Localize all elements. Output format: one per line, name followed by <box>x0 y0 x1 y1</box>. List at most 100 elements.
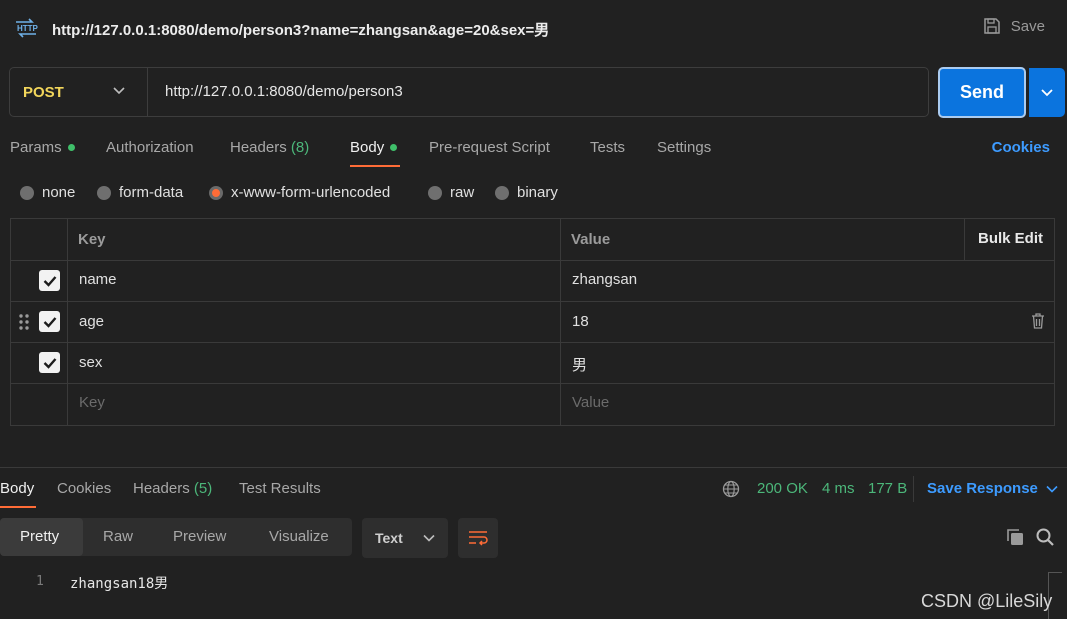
response-divider <box>0 467 1067 468</box>
table-divider <box>10 260 1055 261</box>
url-input[interactable]: http://127.0.0.1:8080/demo/person3 <box>165 83 403 100</box>
params-table <box>10 218 1055 426</box>
radio-x-www-form-urlencoded[interactable]: x-www-form-urlencoded <box>209 184 390 201</box>
table-column-divider <box>964 218 965 260</box>
body-indicator-dot <box>390 143 398 151</box>
status-code[interactable]: 200 OK <box>757 480 808 497</box>
format-select[interactable]: Text <box>362 518 448 558</box>
send-options-button[interactable] <box>1029 68 1065 117</box>
radio-binary[interactable]: binary <box>495 184 558 201</box>
save-button[interactable]: Save <box>983 17 1045 35</box>
globe-icon[interactable] <box>722 480 740 498</box>
format-label: Text <box>375 530 403 546</box>
param-value[interactable]: zhangsan <box>572 271 637 288</box>
cookies-link[interactable]: Cookies <box>992 139 1050 156</box>
send-button[interactable]: Send <box>938 67 1026 118</box>
response-size[interactable]: 177 B <box>868 480 907 497</box>
tab-params[interactable]: Params <box>10 139 75 156</box>
table-divider <box>10 301 1055 302</box>
tab-label: Params <box>10 139 62 156</box>
param-value[interactable]: 男 <box>572 354 587 375</box>
drag-handle-icon[interactable] <box>18 313 30 331</box>
table-divider <box>10 342 1055 343</box>
watermark: CSDN @LileSily <box>921 591 1053 611</box>
value-column-header: Value <box>571 231 611 248</box>
chevron-down-icon <box>423 534 435 542</box>
chevron-down-icon <box>1046 485 1058 493</box>
radio-label: binary <box>517 184 558 201</box>
tab-body[interactable]: Body <box>350 139 398 156</box>
check-icon <box>43 357 56 369</box>
response-tab-headers[interactable]: Headers (5) <box>133 480 212 497</box>
radio-label: form-data <box>119 184 184 201</box>
response-tab-body[interactable]: Body <box>0 480 34 497</box>
headers-count: (8) <box>290 139 310 156</box>
param-key[interactable]: name <box>79 271 117 288</box>
table-column-divider <box>67 218 68 426</box>
response-body-line[interactable]: zhangsan18男 <box>70 573 168 593</box>
active-tab-underline <box>350 165 400 167</box>
check-icon <box>43 316 56 328</box>
check-icon <box>43 275 56 287</box>
radio-circle-selected <box>209 185 223 200</box>
wrap-lines-button[interactable] <box>458 518 498 558</box>
method-divider <box>147 68 148 116</box>
row-checkbox[interactable] <box>39 311 60 332</box>
copy-icon[interactable] <box>1005 527 1025 547</box>
search-icon[interactable] <box>1035 527 1055 547</box>
radio-circle <box>97 185 111 200</box>
bulk-edit-button[interactable]: Bulk Edit <box>978 230 1043 247</box>
response-tab-underline <box>0 506 36 508</box>
tab-label: Headers <box>133 480 190 497</box>
view-mode-preview[interactable]: Preview <box>173 528 226 545</box>
tab-authorization[interactable]: Authorization <box>106 139 194 156</box>
wrap-lines-icon <box>469 531 488 546</box>
save-response-button[interactable]: Save Response <box>927 480 1058 497</box>
save-icon <box>984 18 1000 34</box>
params-indicator-dot <box>67 143 75 151</box>
tab-tests[interactable]: Tests <box>590 139 625 156</box>
view-mode-raw[interactable]: Raw <box>103 528 133 545</box>
radio-circle <box>20 185 34 200</box>
save-response-label: Save Response <box>927 480 1038 497</box>
method-select[interactable]: POST <box>23 84 64 101</box>
tab-label: Body <box>350 139 385 156</box>
radio-none[interactable]: none <box>20 184 75 201</box>
save-label: Save <box>1010 17 1045 35</box>
view-mode-visualize[interactable]: Visualize <box>269 528 329 545</box>
tab-settings[interactable]: Settings <box>657 139 711 156</box>
svg-text:HTTP: HTTP <box>17 24 38 33</box>
tab-headers[interactable]: Headers (8) <box>230 139 309 156</box>
table-column-divider <box>560 218 561 426</box>
key-column-header: Key <box>78 231 106 248</box>
response-tab-test-results[interactable]: Test Results <box>239 480 321 497</box>
tab-pre-request-script[interactable]: Pre-request Script <box>429 139 550 156</box>
row-checkbox[interactable] <box>39 270 60 291</box>
value-input[interactable]: Value <box>572 394 609 411</box>
radio-circle <box>495 185 509 200</box>
request-title: http://127.0.0.1:8080/demo/person3?name=… <box>52 22 550 39</box>
param-key[interactable]: sex <box>79 354 102 371</box>
radio-label: raw <box>450 184 475 201</box>
param-value[interactable]: 18 <box>572 313 589 330</box>
tab-label: Headers <box>230 139 287 156</box>
param-key[interactable]: age <box>79 313 104 330</box>
row-checkbox[interactable] <box>39 352 60 373</box>
chevron-down-icon <box>1041 88 1053 96</box>
line-number: 1 <box>36 574 44 589</box>
radio-form-data[interactable]: form-data <box>97 184 183 201</box>
view-mode-pretty[interactable]: Pretty <box>20 528 59 545</box>
response-headers-count: (5) <box>193 480 213 497</box>
status-separator <box>913 476 914 502</box>
key-input[interactable]: Key <box>79 394 105 411</box>
radio-circle <box>428 185 442 200</box>
response-tab-cookies[interactable]: Cookies <box>57 480 111 497</box>
radio-raw[interactable]: raw <box>428 184 474 201</box>
trash-icon[interactable] <box>1031 313 1045 329</box>
radio-label: none <box>42 184 76 201</box>
chevron-down-icon[interactable] <box>112 86 126 96</box>
http-request-icon: HTTP <box>16 18 38 38</box>
radio-label: x-www-form-urlencoded <box>231 184 391 201</box>
table-divider <box>10 383 1055 384</box>
response-time[interactable]: 4 ms <box>822 480 855 497</box>
